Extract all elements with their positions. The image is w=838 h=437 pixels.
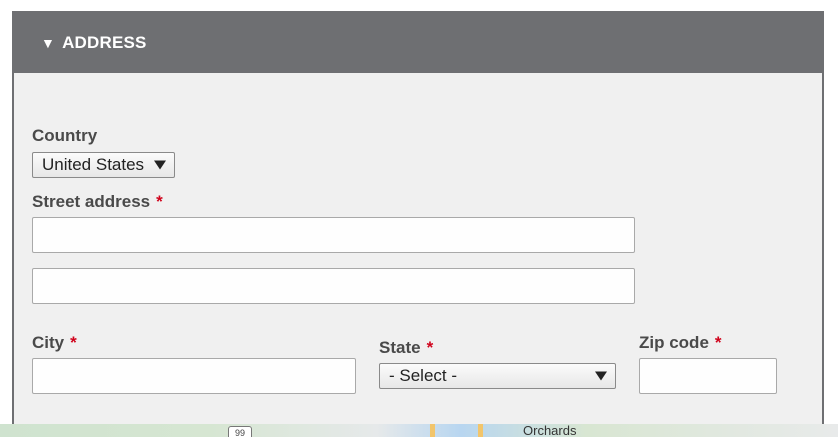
route-shield-icon: 99 [228,426,252,437]
zip-code-label: Zip code * [639,333,722,353]
country-label: Country [32,126,98,145]
address-panel: ▼ ADDRESS Country United States Street a… [12,11,824,424]
zip-code-label-text: Zip code [639,333,709,352]
state-label-text: State [379,338,421,357]
required-asterisk: * [426,338,434,357]
chevron-down-icon [595,371,607,381]
map-road [430,424,435,437]
required-asterisk: * [714,333,722,352]
street-address-line1-input[interactable] [32,217,635,253]
state-label: State * [379,338,433,358]
required-asterisk: * [156,192,163,211]
city-label: City * [32,333,77,353]
street-address-label-text: Street address [32,192,151,211]
city-label-text: City [32,333,65,352]
map-road [478,424,483,437]
section-title: ADDRESS [62,33,147,52]
required-asterisk: * [70,333,77,352]
state-select-value: - Select - [389,366,458,385]
country-select-value: United States [42,155,145,174]
country-select[interactable]: United States [32,152,175,178]
map-place-label: Orchards [523,424,577,437]
map-preview[interactable]: 99 Orchards [0,424,838,437]
zip-code-input[interactable] [639,358,777,394]
chevron-down-icon [154,160,166,170]
collapse-triangle-icon: ▼ [41,35,56,51]
address-section-header[interactable]: ▼ ADDRESS [14,13,822,73]
state-select[interactable]: - Select - [379,363,616,389]
street-address-line2-input[interactable] [32,268,635,304]
city-input[interactable] [32,358,356,394]
street-address-label: Street address * [32,192,163,212]
